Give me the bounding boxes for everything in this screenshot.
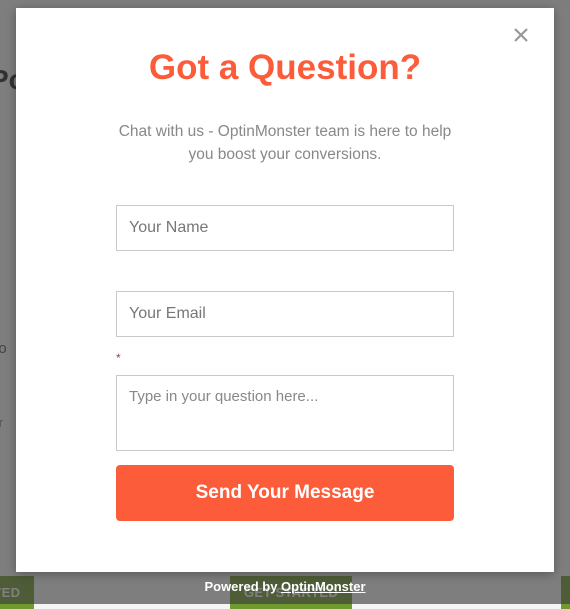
close-icon [512, 26, 530, 44]
message-input[interactable] [116, 375, 454, 451]
powered-by-prefix: Powered by [204, 579, 281, 594]
powered-by-link[interactable]: OptinMonster [281, 579, 366, 594]
name-input[interactable] [116, 205, 454, 251]
powered-by-footer: Powered by OptinMonster [0, 579, 570, 594]
required-indicator: * [116, 351, 454, 365]
close-button[interactable] [512, 26, 532, 46]
email-input[interactable] [116, 291, 454, 337]
contact-modal: Got a Question? Chat with us - OptinMons… [16, 8, 554, 572]
modal-heading: Got a Question? [116, 48, 454, 88]
submit-button[interactable]: Send Your Message [116, 465, 454, 521]
modal-subtext: Chat with us - OptinMonster team is here… [116, 120, 454, 167]
